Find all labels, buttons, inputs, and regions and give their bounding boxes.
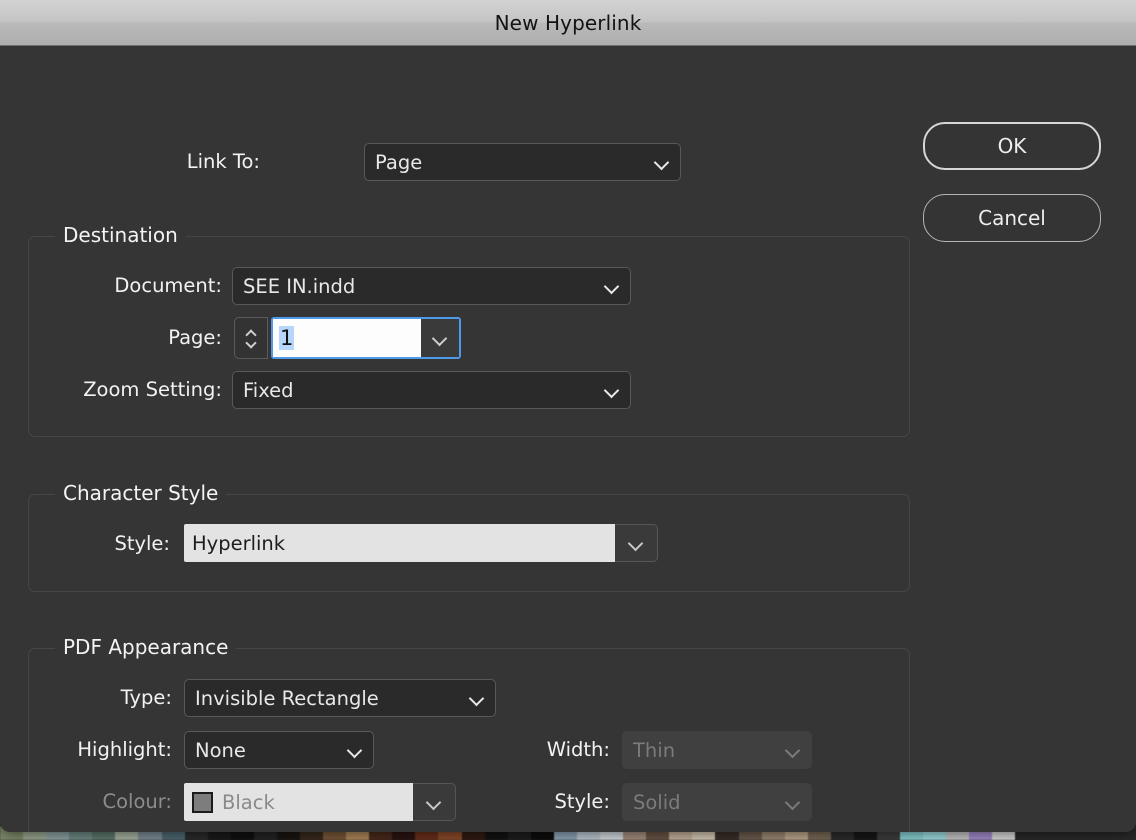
cancel-button[interactable]: Cancel [923,194,1101,242]
pdf-appearance-legend: PDF Appearance [55,635,237,659]
border-style-label: Style: [554,790,610,813]
type-value: Invisible Rectangle [195,686,379,710]
page-input[interactable]: 1 [273,319,421,357]
highlight-dropdown[interactable]: None [184,731,374,769]
chevron-down-icon[interactable] [245,340,258,348]
zoom-setting-label: Zoom Setting: [83,378,222,401]
chevron-down-icon [426,794,442,810]
type-label: Type: [120,686,172,709]
cancel-button-label: Cancel [978,206,1046,230]
page-focus-ring: 1 [271,317,461,359]
page-input-value: 1 [279,325,295,351]
ok-button-label: OK [997,134,1027,158]
link-to-dropdown[interactable]: Page [364,143,681,181]
highlight-label: Highlight: [77,738,172,761]
zoom-setting-value: Fixed [243,378,294,402]
type-dropdown[interactable]: Invisible Rectangle [184,679,496,717]
page-spinbox[interactable]: 1 [234,317,461,359]
style-label: Style: [114,532,170,555]
chevron-down-icon [604,278,620,294]
character-style-value[interactable]: Hyperlink [184,524,615,562]
document-dropdown[interactable]: SEE IN.indd [232,267,631,305]
dialog-content: Link To: Page OK Cancel Destination Docu… [0,46,1136,832]
colour-combo[interactable]: Black [184,783,456,821]
colour-label: Colour: [102,790,173,813]
chevron-down-icon [628,535,644,551]
character-style-dropdown-button[interactable] [615,524,658,562]
chevron-down-icon [654,154,670,170]
ok-button[interactable]: OK [923,122,1101,170]
dialog-titlebar: New Hyperlink [0,0,1136,46]
character-style-legend: Character Style [55,481,227,505]
link-to-value: Page [375,150,423,174]
document-value: SEE IN.indd [243,274,356,298]
zoom-setting-dropdown[interactable]: Fixed [232,371,631,409]
colour-value: Black [222,790,275,814]
colour-swatch-icon [192,791,213,813]
highlight-value: None [195,738,246,762]
chevron-down-icon [347,742,363,758]
chevron-down-icon [469,690,485,706]
chevron-down-icon [785,742,801,758]
chevron-down-icon [785,794,801,810]
width-value: Thin [633,738,676,762]
page-label: Page: [168,326,222,349]
page-dropdown-button[interactable] [421,319,459,357]
chevron-up-icon[interactable] [245,328,258,336]
destination-legend: Destination [55,223,186,247]
dialog-title: New Hyperlink [494,10,642,35]
border-style-dropdown: Solid [622,783,812,821]
border-style-value: Solid [633,790,681,814]
width-dropdown: Thin [622,731,812,769]
character-style-combo[interactable]: Hyperlink [184,524,658,562]
document-label: Document: [114,274,222,297]
new-hyperlink-dialog: New Hyperlink Link To: Page OK Cancel De… [0,0,1136,832]
chevron-down-icon [432,330,448,346]
width-label: Width: [546,738,610,761]
chevron-down-icon [604,382,620,398]
page-stepper[interactable] [234,317,268,359]
colour-field[interactable]: Black [184,783,413,821]
link-to-label: Link To: [186,150,260,173]
